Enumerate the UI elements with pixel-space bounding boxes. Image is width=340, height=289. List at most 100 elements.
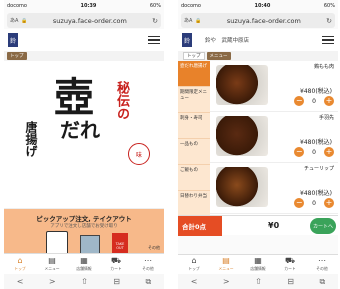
url-text[interactable]: suzuya.face-order.com bbox=[31, 17, 149, 25]
logo[interactable]: 鈴 bbox=[8, 33, 18, 47]
tab-label: その他 bbox=[316, 266, 328, 271]
breadcrumb-menu[interactable]: メニュー bbox=[206, 52, 231, 60]
go-to-cart-button[interactable]: カートへ bbox=[310, 218, 336, 234]
forward-icon[interactable]: > bbox=[223, 277, 230, 286]
plus-button[interactable]: + bbox=[324, 147, 334, 157]
back-icon[interactable]: < bbox=[17, 277, 24, 286]
tab-menu[interactable]: ▤ メニュー bbox=[36, 254, 68, 274]
hero-red-text: 秘伝の bbox=[114, 81, 129, 120]
address-bar[interactable]: あA 🔒 suzuya.face-order.com ↻ bbox=[181, 13, 335, 28]
more-icon: ⋯ bbox=[144, 255, 152, 265]
bookmarks-icon[interactable]: ⊟ bbox=[287, 277, 294, 286]
item-price: ¥480(税込) bbox=[300, 190, 332, 197]
text-size-button[interactable]: あA bbox=[184, 17, 192, 24]
menu-book-icon: ▤ bbox=[48, 255, 56, 265]
share-icon[interactable]: ⇧ bbox=[81, 277, 88, 286]
category-item[interactable]: 壺だれ唐揚げ bbox=[178, 61, 210, 87]
hero-circle-mark: 味 bbox=[128, 143, 150, 165]
menu-item[interactable]: 鶏もも肉 ¥480(税込) −0 + bbox=[210, 61, 338, 112]
food-image[interactable] bbox=[216, 167, 268, 207]
tab-shop-info[interactable]: ▦ 店舗情報 bbox=[242, 255, 274, 274]
minus-button[interactable]: − bbox=[294, 96, 305, 106]
tab-more[interactable]: ⋯ その他 bbox=[132, 254, 164, 274]
battery-label: 60% bbox=[323, 3, 335, 9]
food-image[interactable] bbox=[216, 116, 268, 156]
back-icon[interactable]: < bbox=[191, 277, 198, 286]
breadcrumb: トップ メニュー bbox=[178, 51, 338, 61]
tab-label: カート bbox=[110, 265, 122, 271]
tab-label: メニュー bbox=[44, 265, 60, 271]
plus-button[interactable]: + bbox=[324, 96, 334, 106]
bookmarks-icon[interactable]: ⊟ bbox=[113, 277, 120, 286]
promo-subtitle: アプリで注文し店舗でお受け取り bbox=[50, 224, 118, 229]
breadcrumb: トップ bbox=[4, 51, 164, 61]
quantity-value: 0 bbox=[312, 148, 316, 156]
category-item[interactable]: 一品もの bbox=[178, 139, 210, 165]
total-count: 合計0点 bbox=[178, 215, 222, 236]
quantity-stepper: −0 + bbox=[294, 96, 334, 106]
quantity-stepper: −0 + bbox=[294, 198, 334, 208]
category-item[interactable]: 刺身・寿司 bbox=[178, 113, 210, 139]
item-price: ¥480(税込) bbox=[300, 139, 332, 146]
shop-icon: ▦ bbox=[254, 256, 262, 265]
lock-icon: 🔒 bbox=[21, 17, 28, 24]
url-text[interactable]: suzuya.face-order.com bbox=[205, 17, 323, 25]
text-size-button[interactable]: あA bbox=[10, 17, 18, 24]
home-icon: ⌂ bbox=[17, 255, 23, 265]
share-icon[interactable]: ⇧ bbox=[255, 277, 262, 286]
browser-toolbar: < > ⇧ ⊟ ⧉ bbox=[4, 274, 164, 289]
hamburger-menu-icon[interactable] bbox=[321, 35, 334, 45]
category-item[interactable]: ご飯もの bbox=[178, 165, 210, 191]
tab-top[interactable]: ⌂ トップ bbox=[4, 254, 36, 274]
reload-icon[interactable]: ↻ bbox=[152, 17, 158, 25]
tab-shop-info[interactable]: ▦ 店舗情報 bbox=[68, 254, 100, 274]
breadcrumb-top[interactable]: トップ bbox=[7, 52, 27, 60]
hero-banner: 唐揚げ 壺 だれ 秘伝の 味 bbox=[4, 61, 164, 209]
bottom-tab-bar: ⌂ トップ ▤ メニュー ▦ 店舗情報 ⛟ カート ⋯ その他 bbox=[178, 254, 338, 274]
food-image[interactable] bbox=[216, 65, 268, 105]
site-header: 鈴 鈴や 武蔵中原店 bbox=[178, 29, 338, 51]
quantity-value: 0 bbox=[312, 199, 316, 207]
tab-menu[interactable]: ▤ メニュー bbox=[210, 255, 242, 274]
category-item[interactable]: 期間限定メニュー bbox=[178, 87, 210, 113]
status-bar: docomo 10:40 60% bbox=[178, 0, 338, 12]
carrier-label: docomo bbox=[181, 3, 201, 9]
hamburger-menu-icon[interactable] bbox=[148, 35, 160, 45]
bottom-tab-bar: ⌂ トップ ▤ メニュー ▦ 店舗情報 ⛟ カート ⋯ その他 bbox=[4, 253, 164, 274]
minus-button[interactable]: − bbox=[294, 147, 305, 157]
tab-cart[interactable]: ⛟ カート bbox=[100, 254, 132, 274]
hero-title: 壺 だれ bbox=[54, 77, 100, 142]
clock: 10:39 bbox=[80, 3, 97, 9]
category-item[interactable]: 日替わり弁当 bbox=[178, 191, 210, 217]
shop-icon: ▦ bbox=[80, 255, 88, 265]
battery-label: 60% bbox=[149, 3, 161, 9]
tab-label: カート bbox=[284, 266, 296, 271]
hero-side-text: 唐揚げ bbox=[24, 121, 38, 157]
tab-cart[interactable]: ⛟ カート bbox=[274, 255, 306, 274]
category-list: 壺だれ唐揚げ 期間限定メニュー 刺身・寿司 一品もの ご飯もの 日替わり弁当 bbox=[178, 61, 210, 217]
plus-button[interactable]: + bbox=[324, 198, 334, 208]
promo-more-link[interactable]: その他 bbox=[148, 245, 160, 251]
reload-icon[interactable]: ↻ bbox=[326, 17, 332, 25]
menu-item[interactable]: 手羽先 ¥480(税込) −0 + bbox=[210, 112, 338, 163]
cart-icon: ⛟ bbox=[284, 256, 296, 265]
phone-screen-top: docomo 10:39 60% あA 🔒 suzuya.face-order.… bbox=[4, 0, 164, 289]
tabs-icon[interactable]: ⧉ bbox=[145, 277, 151, 287]
tab-label: メニュー bbox=[218, 266, 234, 271]
tab-label: その他 bbox=[142, 265, 154, 271]
menu-item[interactable]: チューリップ ¥480(税込) −0 + bbox=[210, 163, 338, 214]
home-icon: ⌂ bbox=[191, 256, 197, 265]
tabs-icon[interactable]: ⧉ bbox=[319, 277, 325, 287]
minus-button[interactable]: − bbox=[294, 198, 305, 208]
forward-icon[interactable]: > bbox=[49, 277, 56, 286]
logo[interactable]: 鈴 bbox=[182, 33, 192, 47]
tab-top[interactable]: ⌂ トップ bbox=[178, 255, 210, 274]
quantity-value: 0 bbox=[312, 97, 316, 105]
total-price: ¥0 bbox=[268, 221, 280, 230]
shop-name: 鈴や 武蔵中原店 bbox=[204, 38, 249, 44]
tab-more[interactable]: ⋯ その他 bbox=[306, 255, 338, 274]
item-name: チューリップ bbox=[303, 166, 334, 172]
address-bar[interactable]: あA 🔒 suzuya.face-order.com ↻ bbox=[7, 13, 161, 28]
item-list: 鶏もも肉 ¥480(税込) −0 + 手羽先 ¥480(税込) −0 + チューリップ ¥480(… bbox=[210, 61, 338, 215]
breadcrumb-top[interactable]: トップ bbox=[183, 52, 205, 60]
